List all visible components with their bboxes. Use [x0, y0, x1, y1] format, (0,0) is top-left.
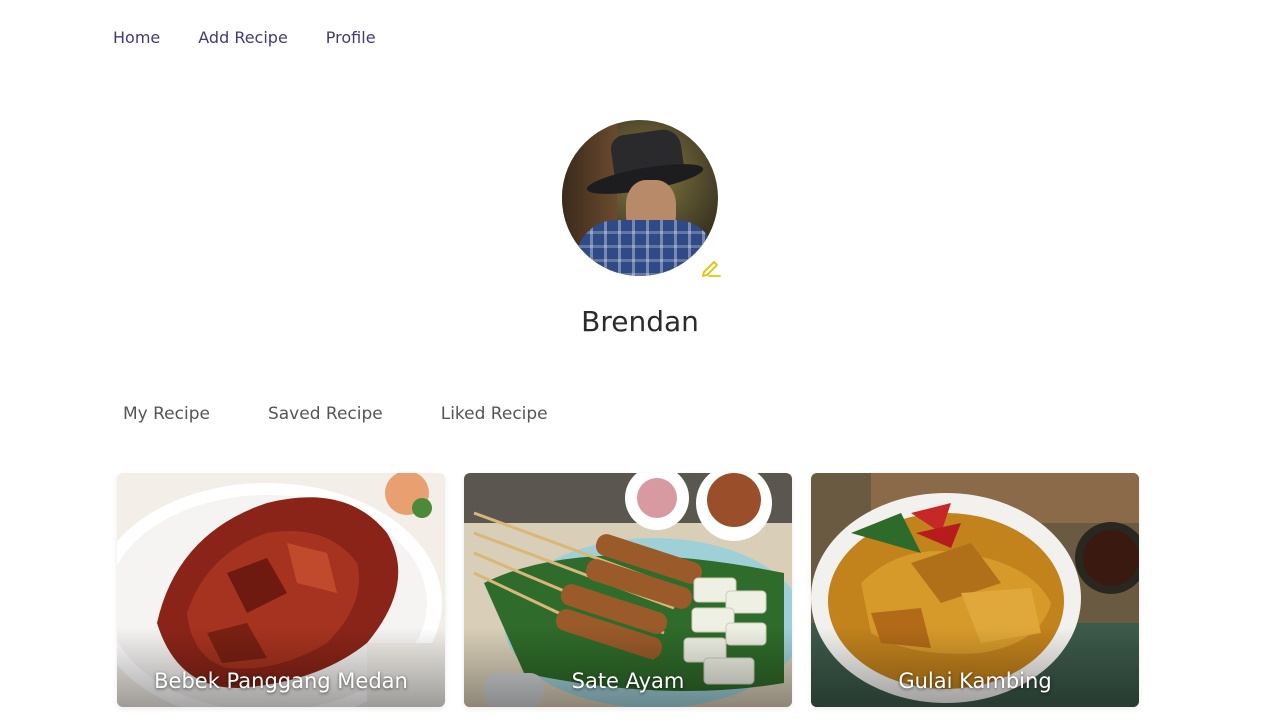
pencil-icon[interactable]	[700, 256, 722, 278]
recipe-tabs: My Recipe Saved Recipe Liked Recipe	[123, 403, 548, 425]
avatar-container	[562, 120, 721, 277]
recipe-card[interactable]: Gulai Kambing	[811, 473, 1139, 707]
recipe-card[interactable]: Sate Ayam	[464, 473, 792, 707]
tab-my-recipe[interactable]: My Recipe	[123, 403, 210, 425]
avatar	[562, 120, 718, 276]
recipe-title: Bebek Panggang Medan	[154, 669, 408, 693]
tab-liked-recipe[interactable]: Liked Recipe	[441, 403, 548, 425]
recipe-title: Gulai Kambing	[898, 669, 1052, 693]
recipe-card-list: Bebek Panggang Medan Sate Ayam Gulai Kam…	[117, 473, 1139, 707]
nav-profile-link[interactable]: Profile	[326, 27, 376, 49]
nav-home-link[interactable]: Home	[113, 27, 160, 49]
nav-add-recipe-link[interactable]: Add Recipe	[198, 27, 288, 49]
recipe-title: Sate Ayam	[571, 669, 685, 693]
recipe-card[interactable]: Bebek Panggang Medan	[117, 473, 445, 707]
profile-name: Brendan	[581, 305, 699, 338]
top-nav: Home Add Recipe Profile	[113, 27, 376, 49]
tab-saved-recipe[interactable]: Saved Recipe	[268, 403, 383, 425]
